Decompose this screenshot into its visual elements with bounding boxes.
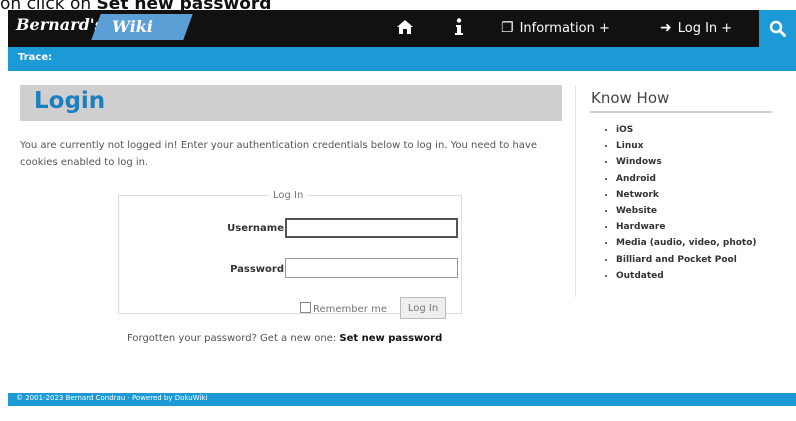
footer-bar: © 2001-2023 Bernard Condrau · Powered by… [8,393,796,406]
sidebar-item-linux[interactable]: Linux [616,138,757,154]
search-icon [769,20,786,37]
sidebar-divider [590,111,772,113]
page-title-text: Login [34,88,106,114]
login-fieldset: Log In [118,190,462,314]
site-logo[interactable]: Bernard's Wiki [16,13,196,43]
sidebar-item-android[interactable]: Android [616,171,757,187]
info-icon[interactable] [454,18,464,41]
sidebar-list: iOS Linux Windows Android Network Websit… [604,122,757,284]
remember-me[interactable]: Remember me [300,302,387,315]
forgot-password: Forgotten your password? Get a new one: … [127,333,442,344]
trace-label: Trace: [18,52,53,63]
username-input[interactable] [285,218,458,238]
sidebar-item-billiard[interactable]: Billiard and Pocket Pool [616,252,757,268]
footer-text: © 2001-2023 Bernard Condrau · Powered by… [16,394,208,402]
username-label: Username [227,223,284,234]
search-button[interactable] [759,10,796,47]
sidebar-know-how: Know How iOS Linux Windows Android Netwo… [575,85,776,297]
nav-information[interactable]: ❐ Information + [501,19,610,38]
copy-icon: ❐ [501,20,514,36]
nav-login[interactable]: ➜ Log In + [660,19,732,38]
sidebar-item-windows[interactable]: Windows [616,154,757,170]
login-intro-text: You are currently not logged in! Enter y… [20,140,537,168]
sidebar-item-network[interactable]: Network [616,187,757,203]
set-new-password-link[interactable]: Set new password [339,333,442,344]
sign-in-icon: ➜ [660,20,672,36]
login-legend: Log In [273,190,304,201]
remember-me-label: Remember me [313,304,387,315]
logo-text-bernards: Bernard's [16,15,104,34]
password-input[interactable] [285,258,458,278]
forgot-password-text: Forgotten your password? Get a new one: [127,333,337,344]
page-title: Login [20,85,562,121]
sidebar-item-hardware[interactable]: Hardware [616,219,757,235]
nav-information-label: Information + [519,21,610,36]
top-navbar: Bernard's Wiki ❐ Information + ➜ Log In + [8,10,796,47]
sidebar-item-website[interactable]: Website [616,203,757,219]
sidebar-item-outdated[interactable]: Outdated [616,268,757,284]
trace-bar: Trace: [8,47,796,71]
sidebar-item-ios[interactable]: iOS [616,122,757,138]
sidebar-title: Know How [591,89,670,107]
password-label: Password [230,264,284,275]
home-icon[interactable] [396,18,414,41]
nav-login-label: Log In + [677,21,733,36]
remember-me-checkbox[interactable] [300,302,311,313]
logo-badge: Wiki [91,14,193,40]
logo-text-wiki: Wiki [112,17,153,36]
sidebar-item-media[interactable]: Media (audio, video, photo) [616,235,757,251]
login-button[interactable]: Log In [400,297,446,319]
